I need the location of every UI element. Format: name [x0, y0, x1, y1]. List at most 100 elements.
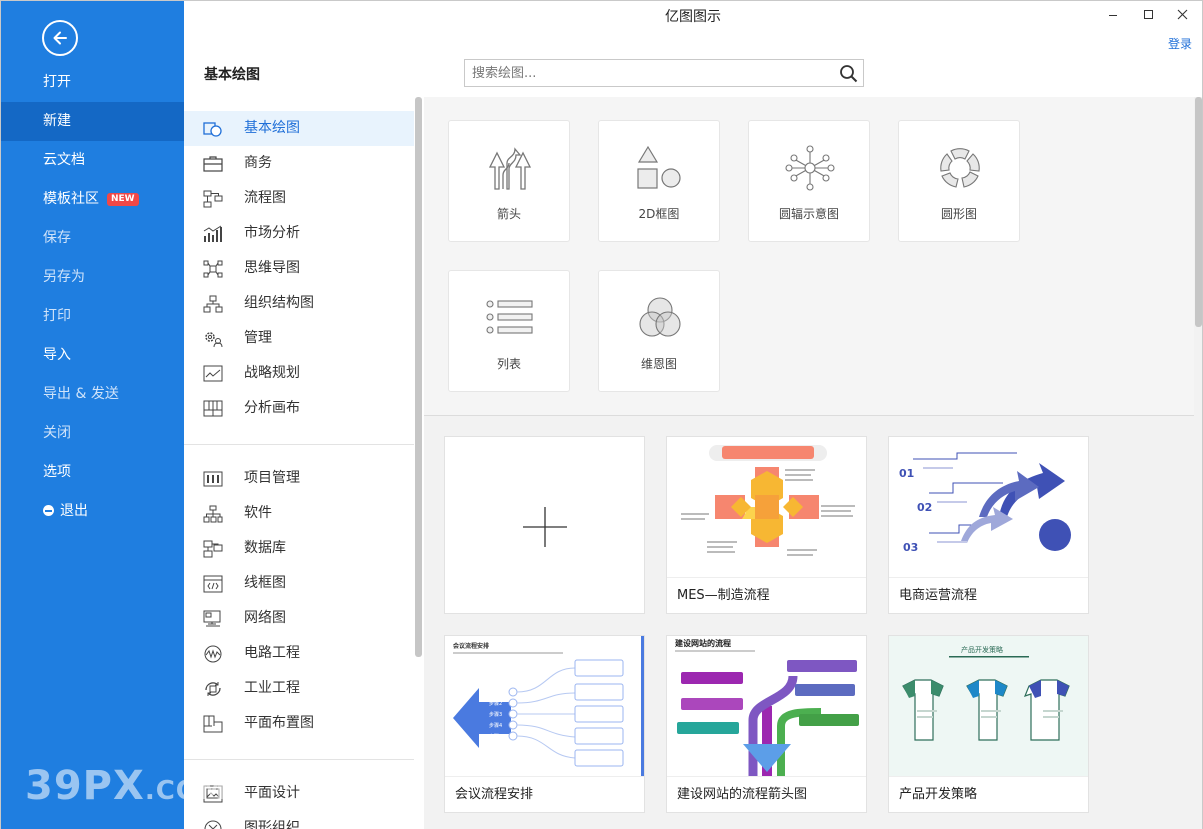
- sidebar-item-save[interactable]: 保存: [1, 219, 184, 258]
- category-basic-drawing[interactable]: 基本绘图: [184, 111, 414, 146]
- login-link[interactable]: 登录: [1168, 35, 1192, 52]
- canvas-grid-icon: [203, 400, 223, 417]
- category-org-chart[interactable]: 组织结构图: [184, 286, 414, 321]
- search-input[interactable]: [465, 60, 825, 86]
- category-divider: [184, 759, 414, 760]
- org-chart-icon: [203, 295, 223, 313]
- category-wireframe[interactable]: 线框图: [184, 566, 414, 601]
- svg-text:02: 02: [917, 501, 932, 514]
- industrial-icon: [205, 682, 221, 696]
- sidebar-item-options[interactable]: 选项: [1, 453, 184, 492]
- arrows-icon: [488, 147, 532, 190]
- minimize-icon[interactable]: [1105, 7, 1121, 23]
- wireframe-icon: [203, 575, 223, 593]
- svg-text:产品开发策略: 产品开发策略: [961, 645, 1003, 654]
- category-list: 基本绘图 商务 流程图 市场分析 思维导图 组织结构图 管理 战略规划 分析画布: [184, 97, 424, 829]
- strategy-chart-icon: [203, 365, 223, 382]
- gear-people-icon: [205, 332, 223, 348]
- content-scrollbar[interactable]: [1195, 97, 1202, 327]
- search-icon[interactable]: [839, 64, 858, 83]
- category-network[interactable]: 网络图: [184, 601, 414, 636]
- template-website-arrow[interactable]: 建设网站的流程 建设网站的流程箭头图: [666, 635, 867, 813]
- category-floor-plan[interactable]: 平面布置图: [184, 706, 414, 741]
- shape-tile-2d-block[interactable]: 2D框图: [598, 120, 720, 242]
- category-analysis-canvas[interactable]: 分析画布: [184, 391, 414, 426]
- template-meeting-flow[interactable]: 会议流程安排 步骤1 步骤2 步骤3 步骤4 步骤5 会议流程安排: [444, 635, 645, 813]
- 2d-shapes-icon: [637, 145, 681, 189]
- window-title: 亿图图示: [665, 9, 721, 25]
- plus-icon: [523, 507, 567, 547]
- category-software[interactable]: 软件: [184, 496, 414, 531]
- sidebar-item-save-as[interactable]: 另存为: [1, 258, 184, 297]
- radial-icon: [785, 145, 835, 191]
- template-thumbnail: [667, 437, 866, 577]
- svg-text:步骤5: 步骤5: [489, 733, 502, 740]
- category-industrial[interactable]: 工业工程: [184, 671, 414, 706]
- category-scrollbar[interactable]: [415, 97, 422, 657]
- exit-icon: [43, 505, 54, 516]
- svg-text:建设网站的流程: 建设网站的流程: [674, 638, 731, 648]
- category-circuit[interactable]: 电路工程: [184, 636, 414, 671]
- template-thumbnail: 建设网站的流程: [667, 636, 866, 776]
- category-project-management[interactable]: 项目管理: [184, 461, 414, 496]
- shape-tile-list[interactable]: 列表: [448, 270, 570, 392]
- briefcase-icon: [203, 156, 223, 172]
- back-button[interactable]: [42, 20, 78, 56]
- svg-text:01: 01: [899, 467, 914, 480]
- shape-tile-venn[interactable]: 维恩图: [598, 270, 720, 392]
- back-arrow-icon: [53, 31, 67, 45]
- mind-map-icon: [203, 260, 223, 278]
- watermark: 39PX.COM: [25, 763, 226, 809]
- category-strategy-planning[interactable]: 战略规划: [184, 356, 414, 391]
- bar-chart-icon: [203, 225, 222, 242]
- category-market-analysis[interactable]: 市场分析: [184, 216, 414, 251]
- category-flowchart[interactable]: 流程图: [184, 181, 414, 216]
- shape-tile-arrows[interactable]: 箭头: [448, 120, 570, 242]
- svg-text:会议流程安排: 会议流程安排: [453, 642, 489, 650]
- shape-tile-circular[interactable]: 圆形图: [898, 120, 1020, 242]
- sidebar-item-export-send[interactable]: 导出 & 发送: [1, 375, 184, 414]
- kanban-icon: [203, 471, 223, 487]
- template-mes-manufacturing[interactable]: MES—制造流程: [666, 436, 867, 614]
- category-mind-map[interactable]: 思维导图: [184, 251, 414, 286]
- database-icon: [203, 540, 223, 558]
- software-tree-icon: [203, 505, 223, 523]
- svg-text:步骤4: 步骤4: [489, 722, 502, 729]
- close-icon[interactable]: [1174, 7, 1190, 23]
- shape-library-grid: 箭头 2D框图 圆辐示意图 圆形图 列表 维恩图: [424, 97, 1194, 415]
- graphic-organizer-icon: [204, 820, 222, 829]
- search-box[interactable]: [464, 59, 864, 87]
- maximize-icon[interactable]: [1140, 7, 1156, 23]
- category-business[interactable]: 商务: [184, 146, 414, 181]
- template-ecommerce-ops[interactable]: 01 02 03 电商运营流程: [888, 436, 1089, 614]
- svg-text:03: 03: [903, 541, 918, 554]
- category-graphic-organizer[interactable]: 图形组织: [184, 811, 414, 829]
- sidebar-item-template-community[interactable]: 模板社区 NEW: [1, 180, 184, 219]
- category-heading: 基本绘图: [204, 67, 260, 83]
- sidebar-item-exit[interactable]: 退出: [1, 492, 184, 531]
- backstage-sidebar: 打开 新建 云文档 模板社区 NEW 保存 另存为 打印 导入 导出 & 发送 关…: [1, 1, 184, 829]
- svg-text:步骤2: 步骤2: [489, 700, 502, 707]
- svg-text:步骤3: 步骤3: [489, 711, 502, 718]
- shape-tile-radial[interactable]: 圆辐示意图: [748, 120, 870, 242]
- network-icon: [203, 610, 221, 627]
- sidebar-item-import[interactable]: 导入: [1, 336, 184, 375]
- category-database[interactable]: 数据库: [184, 531, 414, 566]
- template-product-dev-strategy[interactable]: 产品开发策略 产品开发策略: [888, 635, 1089, 813]
- svg-text:步骤1: 步骤1: [489, 689, 502, 696]
- category-management[interactable]: 管理: [184, 321, 414, 356]
- template-thumbnail: 会议流程安排 步骤1 步骤2 步骤3 步骤4 步骤5: [445, 636, 644, 776]
- sidebar-item-open[interactable]: 打开: [1, 63, 184, 102]
- floor-plan-icon: [203, 715, 223, 733]
- category-divider: [184, 444, 414, 445]
- template-thumbnail: 产品开发策略: [889, 636, 1088, 776]
- sidebar-item-print[interactable]: 打印: [1, 297, 184, 336]
- template-thumbnail: 01 02 03: [889, 437, 1088, 577]
- basic-drawing-icon: [203, 122, 222, 137]
- sidebar-item-new[interactable]: 新建: [1, 102, 184, 141]
- new-blank-template[interactable]: [444, 436, 645, 614]
- sidebar-item-close[interactable]: 关闭: [1, 414, 184, 453]
- sidebar-item-cloud-docs[interactable]: 云文档: [1, 141, 184, 180]
- content-area: 箭头 2D框图 圆辐示意图 圆形图 列表 维恩图 MES—制造流程 01 02 …: [424, 97, 1202, 829]
- list-icon: [486, 300, 533, 334]
